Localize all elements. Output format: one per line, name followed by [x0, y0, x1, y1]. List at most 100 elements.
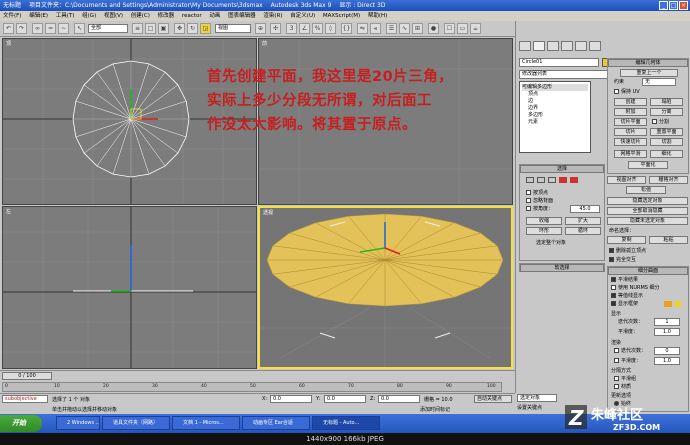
menu-group[interactable]: 组(G) — [79, 11, 99, 21]
relax-button[interactable]: 松弛 — [626, 186, 666, 194]
render-smoothness-checkbox[interactable]: 平滑度： — [614, 358, 641, 364]
reference-coord-dropdown[interactable]: 视图 — [215, 24, 251, 33]
spinner-snap-icon[interactable]: ◊ — [325, 23, 336, 34]
smoothness-spinner[interactable]: 1.0 — [654, 328, 680, 336]
repeat-last-button[interactable]: 重复上一个 — [620, 69, 678, 77]
align-icon[interactable]: ⫷ — [370, 23, 381, 34]
taskbar-item[interactable]: 动画专区 Ear合适 — [242, 416, 310, 430]
select-move-icon[interactable]: ✥ — [174, 23, 185, 34]
cage-color-swatch-2[interactable] — [674, 301, 682, 307]
render-iterations-checkbox[interactable]: 迭代次数： — [614, 348, 646, 354]
add-time-tag[interactable]: 添加时间标记 — [420, 406, 450, 413]
quick-render-icon[interactable]: ☕ — [470, 23, 481, 34]
menu-maxscript[interactable]: MAXScript(M) — [320, 11, 363, 21]
display-tab-icon[interactable] — [575, 41, 587, 51]
select-by-name-icon[interactable]: ≡ — [132, 23, 143, 34]
smoothing-groups-checkbox[interactable]: 平滑组 — [614, 376, 636, 382]
menu-edit[interactable]: 编辑(E) — [26, 11, 51, 21]
track-bar[interactable]: 0 10 20 30 40 50 60 70 80 90 100 — [2, 382, 502, 392]
cage-color-swatch-1[interactable] — [664, 301, 672, 307]
z-coord-field[interactable]: 0.0 — [378, 395, 420, 403]
selection-title[interactable]: 选择 — [520, 165, 604, 173]
full-interactivity-checkbox[interactable]: 完全交互 — [609, 257, 636, 263]
render-smoothness-spinner[interactable]: 1.0 — [654, 357, 680, 365]
select-rotate-icon[interactable]: ↻ — [187, 23, 198, 34]
curve-editor-icon[interactable]: ∿ — [399, 23, 410, 34]
select-object-icon[interactable]: ↖ — [74, 23, 85, 34]
collapse-button[interactable]: 塌陷 — [650, 98, 683, 106]
menu-customize[interactable]: 自定义(U) — [287, 11, 318, 21]
manipulate-icon[interactable]: ✣ — [270, 23, 281, 34]
unlink-icon[interactable]: ≈ — [45, 23, 56, 34]
taskbar-item[interactable]: 无标题 - Auto... — [312, 416, 380, 430]
menu-animation[interactable]: 动画 — [206, 11, 223, 21]
iterations-spinner[interactable]: 1 — [654, 318, 680, 326]
auto-key-button[interactable]: 自动关键点 — [474, 395, 512, 403]
modify-tab-icon[interactable] — [533, 41, 545, 51]
modifier-list-dropdown[interactable]: 修改器列表 — [519, 70, 611, 79]
create-button[interactable]: 创建 — [614, 98, 647, 106]
x-coord-field[interactable]: 0.0 — [270, 395, 312, 403]
slice-plane-button[interactable]: 切片平面 — [614, 118, 647, 126]
edge-mode-icon[interactable] — [537, 177, 545, 183]
polygon-mode-icon[interactable] — [559, 177, 567, 183]
menu-views[interactable]: 视图(V) — [101, 11, 126, 21]
constraints-dropdown[interactable]: 无 — [642, 78, 676, 86]
window-crossing-icon[interactable]: ▣ — [158, 23, 169, 34]
soft-selection-title[interactable]: 软选择 — [520, 264, 604, 272]
selection-filter-dropdown[interactable]: 全部 — [88, 24, 128, 33]
menu-file[interactable]: 文件(F) — [0, 11, 24, 21]
rect-selection-icon[interactable]: □ — [145, 23, 156, 34]
delete-isolated-checkbox[interactable]: 删除孤立顶点 — [609, 248, 646, 254]
unhide-all-button[interactable]: 全部取消隐藏 — [607, 207, 688, 215]
taskbar-item[interactable]: 文档 1 - Micros... — [172, 416, 240, 430]
time-slider[interactable]: 0 / 100 — [2, 372, 52, 380]
hierarchy-tab-icon[interactable] — [547, 41, 559, 51]
maximize-button[interactable]: □ — [669, 1, 678, 10]
shrink-button[interactable]: 收缩 — [526, 217, 562, 225]
select-scale-icon[interactable]: ◲ — [200, 23, 211, 34]
selected-set-dropdown[interactable]: 选定对象 — [517, 394, 557, 402]
stack-edge[interactable]: 边 — [522, 98, 588, 105]
render-iterations-spinner[interactable]: 0 — [654, 347, 680, 355]
menu-tools[interactable]: 工具(T) — [53, 11, 78, 21]
use-nurms-checkbox[interactable]: 使用 NURMS 细分 — [611, 285, 660, 291]
quickslice-button[interactable]: 快速切片 — [614, 138, 647, 146]
stack-border[interactable]: 边界 — [522, 105, 588, 112]
split-checkbox[interactable]: 分割 — [652, 119, 669, 125]
edit-geometry-title[interactable]: 编辑几何体 — [608, 59, 688, 67]
layer-manager-icon[interactable]: ☰ — [386, 23, 397, 34]
pivot-center-icon[interactable]: ⊕ — [255, 23, 266, 34]
attach-button[interactable]: 附加 — [614, 108, 647, 116]
maxscript-listener-field[interactable]: subobjective — [2, 395, 48, 403]
undo-icon[interactable]: ↶ — [3, 23, 14, 34]
bind-space-warp-icon[interactable]: ~ — [58, 23, 69, 34]
minimize-button[interactable]: _ — [659, 1, 668, 10]
set-key-button[interactable]: 设置关键点 — [517, 404, 542, 411]
isoline-display-checkbox[interactable]: 等值线显示 — [611, 293, 643, 299]
element-mode-icon[interactable] — [570, 177, 578, 183]
menu-graph-editors[interactable]: 图表编辑器 — [225, 11, 259, 21]
menu-create[interactable]: 创建(C) — [128, 11, 153, 21]
cut-button[interactable]: 切割 — [650, 138, 683, 146]
object-name-field[interactable]: Circle01 — [519, 58, 599, 67]
reset-plane-button[interactable]: 重置平面 — [650, 128, 683, 136]
border-mode-icon[interactable] — [548, 177, 556, 183]
menu-reactor[interactable]: reactor — [179, 11, 205, 21]
grid-align-button[interactable]: 栅格对齐 — [649, 176, 688, 184]
angle-snap-icon[interactable]: ∠ — [299, 23, 310, 34]
motion-tab-icon[interactable] — [561, 41, 573, 51]
by-angle-checkbox[interactable]: 按角度： — [526, 206, 553, 212]
render-frame-icon[interactable]: ▭ — [457, 23, 468, 34]
msmooth-button[interactable]: 网格平滑 — [614, 150, 647, 158]
material-editor-icon[interactable]: ● — [428, 23, 439, 34]
link-icon[interactable]: ∞ — [32, 23, 43, 34]
menu-modifiers[interactable]: 修改器 — [155, 11, 178, 21]
mirror-icon[interactable]: ⇋ — [357, 23, 368, 34]
snap-toggle-icon[interactable]: 3 — [286, 23, 297, 34]
paste-button[interactable]: 粘贴 — [649, 236, 688, 244]
vertex-mode-icon[interactable] — [526, 177, 534, 183]
stack-element[interactable]: 元素 — [522, 119, 588, 126]
viewport-left[interactable]: 左 — [2, 206, 257, 369]
hide-selected-button[interactable]: 隐藏选定对象 — [607, 197, 688, 205]
